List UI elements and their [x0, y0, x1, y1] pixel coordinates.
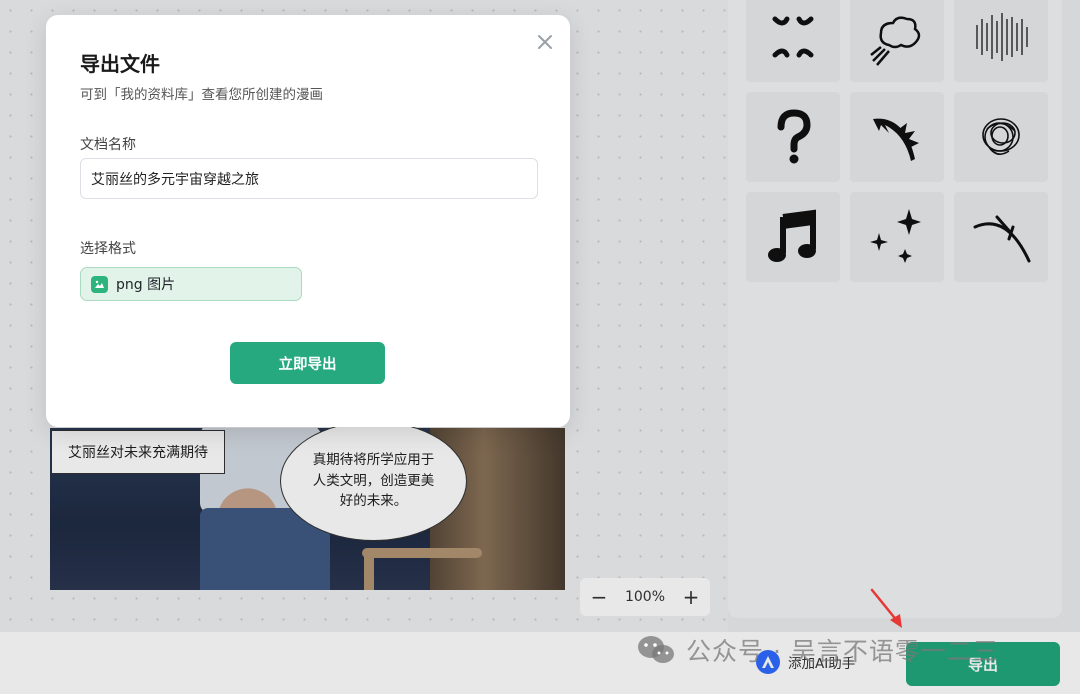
document-name-label: 文档名称 [80, 137, 136, 153]
document-name-input[interactable] [80, 158, 538, 199]
format-label: 选择格式 [80, 241, 136, 257]
close-icon [538, 35, 552, 49]
red-arrow-annotation [870, 588, 902, 628]
image-icon [91, 275, 108, 293]
export-file-dialog: 导出文件 可到「我的资料库」查看您所创建的漫画 文档名称 选择格式 png 图片… [46, 15, 570, 427]
format-option-png[interactable]: png 图片 [80, 267, 302, 301]
format-option-label: png 图片 [116, 277, 176, 293]
dialog-subtitle: 可到「我的资料库」查看您所创建的漫画 [80, 87, 323, 103]
close-dialog-button[interactable] [534, 31, 556, 53]
dialog-title: 导出文件 [80, 52, 160, 76]
export-now-button[interactable]: 立即导出 [230, 342, 385, 384]
